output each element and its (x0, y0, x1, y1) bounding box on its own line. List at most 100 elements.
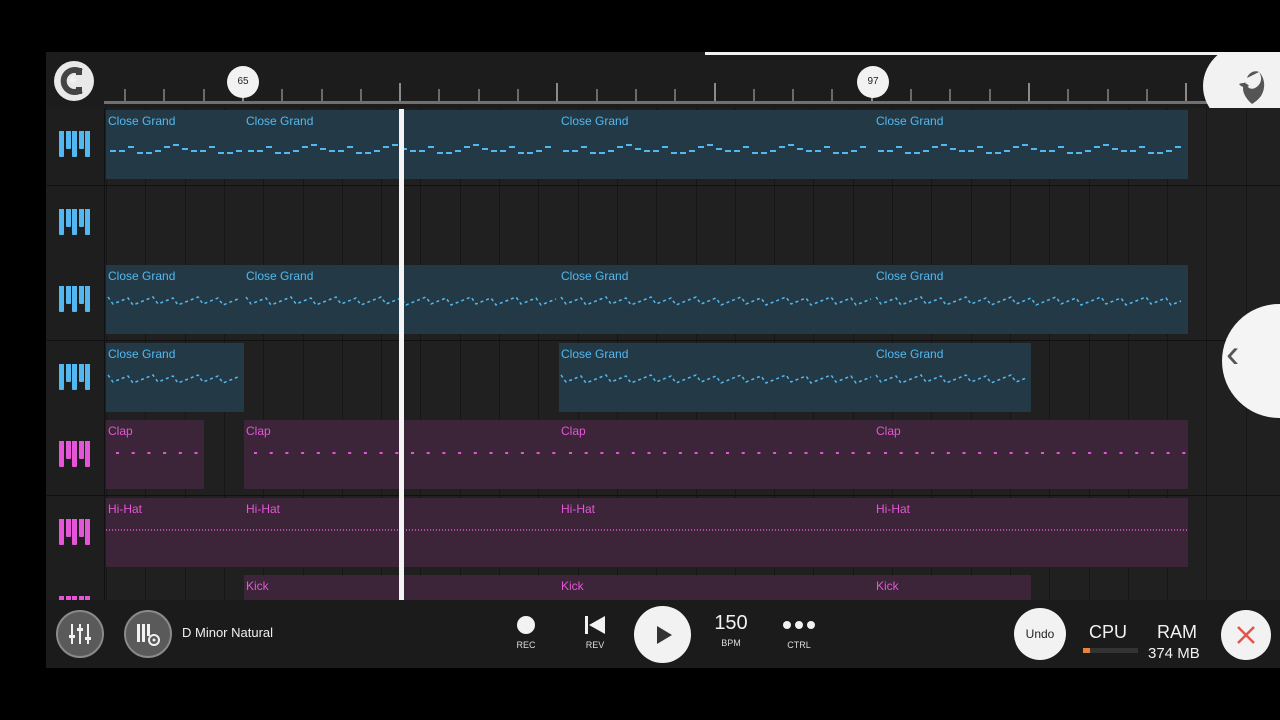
pattern-clip[interactable]: Hi-Hat (106, 497, 244, 567)
grid-line (734, 185, 736, 263)
clip-label: Close Grand (876, 346, 944, 361)
playlist-track-1[interactable]: Close Grand Close Grand Close Grand Close G… (46, 108, 1280, 186)
fl-studio-logo-icon (1239, 71, 1265, 104)
grid-line (1206, 340, 1208, 418)
grid-line (813, 185, 815, 263)
scale-label[interactable]: D Minor Natural (182, 625, 273, 640)
ruler-tick (595, 89, 598, 101)
ruler-tick (634, 89, 637, 101)
track-header[interactable] (46, 495, 105, 573)
bar-marker-97[interactable]: 97 (857, 66, 889, 98)
clip-label: Close Grand (561, 269, 629, 283)
ruler-tick (1027, 83, 1030, 101)
pattern-clip[interactable]: Close Grand (874, 265, 1188, 334)
clip-notes (874, 528, 1188, 531)
pattern-clip[interactable]: Close Grand (559, 342, 874, 412)
ruler-tick (399, 83, 402, 101)
playlist-tracks[interactable]: Close Grand Close Grand Close Grand Close G… (46, 108, 1280, 651)
grid-line (1206, 418, 1208, 495)
grid-line (420, 340, 422, 418)
ruler-tick (831, 89, 834, 101)
clip-label: Close Grand (108, 346, 176, 361)
grid-line (1088, 340, 1090, 418)
grid-line (1088, 185, 1090, 263)
rewind-icon (577, 614, 613, 640)
play-button[interactable] (634, 606, 691, 663)
piano-roll-icon (59, 208, 91, 235)
grid-line (1206, 185, 1208, 263)
playlist-track-4[interactable]: Close Grand Close Grand Close Grand (46, 340, 1280, 419)
track-header[interactable] (46, 340, 105, 418)
mixer-button[interactable] (56, 610, 104, 658)
track-header[interactable] (46, 263, 105, 340)
more-dots-icon (776, 614, 822, 640)
grid-line (341, 185, 343, 263)
grid-line (970, 185, 972, 263)
instrument-settings-icon (137, 624, 160, 646)
pattern-clip[interactable]: Clap (874, 420, 1188, 489)
grid-line (931, 185, 933, 263)
pattern-clip[interactable]: Hi-Hat (874, 497, 1188, 567)
instrument-settings-button[interactable] (124, 610, 172, 658)
ruler-tick (517, 89, 519, 101)
clip-notes (559, 528, 874, 531)
ctrl-label: CTRL (787, 640, 811, 650)
pattern-clip[interactable]: Close Grand (106, 342, 244, 412)
ruler-tick (1185, 83, 1188, 101)
grid-line (656, 185, 658, 263)
ruler-tick (124, 89, 126, 101)
clip-label: Hi-Hat (108, 501, 143, 516)
mixer-icon (69, 624, 91, 644)
clip-label: Kick (246, 579, 269, 593)
pattern-clip[interactable]: Close Grand (874, 342, 1031, 412)
ruler-baseline (104, 101, 1280, 104)
ruler-tick (163, 89, 166, 101)
pattern-clip[interactable]: Close Grand (559, 265, 874, 334)
grid-line (223, 418, 225, 495)
ruler-tick (359, 89, 362, 101)
grid-line (145, 185, 147, 263)
grid-line (538, 340, 540, 418)
pattern-clip[interactable]: Clap (106, 420, 204, 489)
clip-notes (878, 144, 1181, 154)
track-header[interactable] (46, 108, 105, 185)
grid-line (892, 185, 893, 263)
record-button[interactable]: REC (508, 614, 544, 650)
ram-label: RAM (1157, 622, 1197, 642)
grid-line (459, 185, 461, 263)
ruler-tick (988, 89, 991, 101)
playlist-track-2[interactable] (46, 185, 1280, 264)
clip-label: Hi-Hat (561, 501, 596, 516)
track-header[interactable] (46, 418, 105, 495)
pattern-clip[interactable]: Close Grand (559, 110, 874, 179)
ruler-tick (320, 89, 323, 101)
close-button[interactable] (1221, 610, 1271, 660)
pattern-clip[interactable]: Clap (559, 420, 874, 489)
playlist-track-5[interactable]: Clap Clap Clap Clap (46, 418, 1280, 496)
tempo-control[interactable]: 150 BPM (706, 612, 756, 648)
clip-label: Close Grand (246, 114, 314, 128)
playlist-window: 65 97 Close Grand Close Grand Close Grand C… (46, 52, 1280, 668)
clip-label: Hi-Hat (876, 501, 911, 516)
ctrl-button[interactable]: CTRL (776, 614, 822, 650)
grid-line (1245, 418, 1247, 495)
clip-label: Kick (561, 579, 584, 593)
pattern-clip[interactable]: Close Grand (106, 265, 244, 334)
playlist-track-6[interactable]: Hi-Hat Hi-Hat Hi-Hat Hi-Hat (46, 495, 1280, 574)
pattern-clip[interactable]: Close Grand (874, 110, 1188, 179)
pattern-clip[interactable]: Hi-Hat (559, 497, 874, 567)
grid-line (381, 340, 383, 418)
undo-button[interactable]: Undo (1014, 608, 1066, 660)
playlist-track-3[interactable]: Close Grand Close Grand Close Grand Close G… (46, 263, 1280, 341)
rewind-button[interactable]: REV (577, 614, 613, 650)
grid-line (577, 185, 579, 263)
bar-marker-65[interactable]: 65 (227, 66, 259, 98)
track-header[interactable] (46, 185, 105, 263)
playhead[interactable] (399, 109, 404, 600)
grid-line (1127, 185, 1129, 263)
snap-magnet-button[interactable] (54, 61, 94, 101)
pattern-clip[interactable]: Close Grand (106, 110, 244, 179)
grid-line (1127, 340, 1129, 418)
clip-notes (116, 452, 198, 454)
timeline-ruler[interactable]: 65 97 (46, 52, 1280, 130)
